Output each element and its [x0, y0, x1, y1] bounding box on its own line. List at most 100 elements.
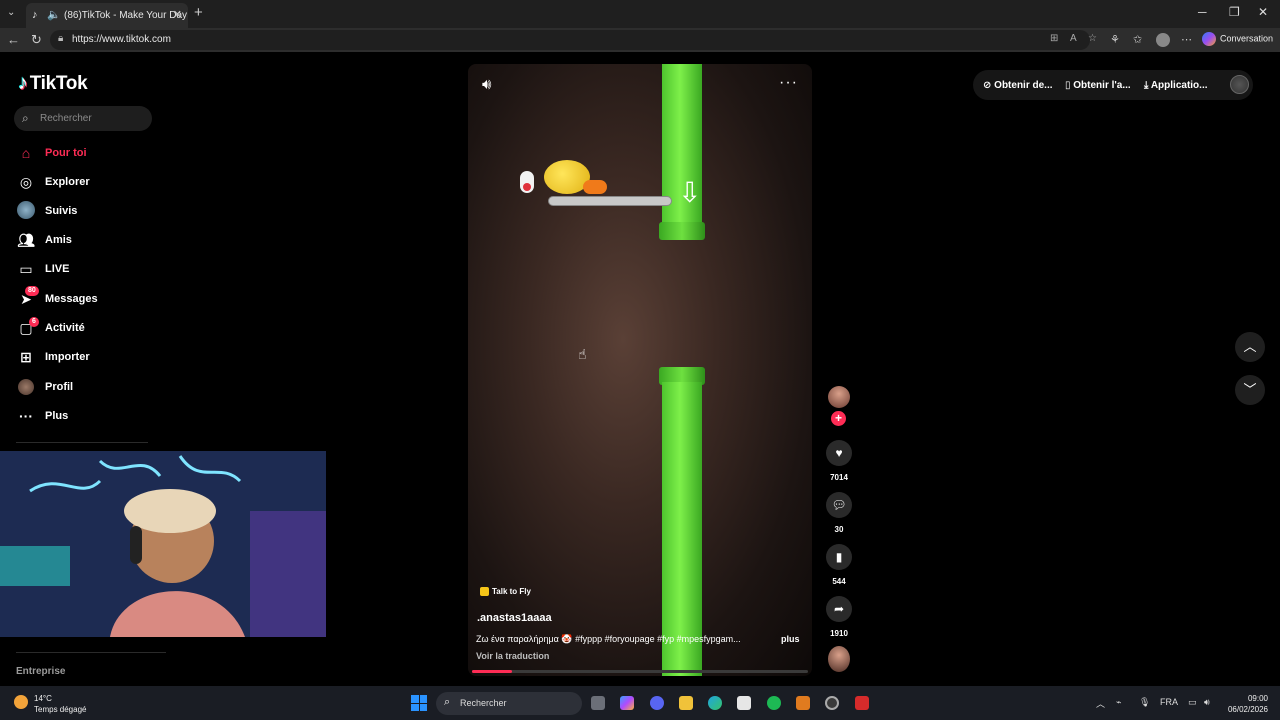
file-explorer-icon[interactable]	[679, 696, 693, 710]
profile-icon	[16, 379, 36, 398]
sidebar-item-label: Messages	[45, 293, 98, 305]
search-input[interactable]: ⌕ Rechercher	[14, 106, 152, 131]
video-player[interactable]: ⇩ 🔊︎ ··· ☝︎ Talk to Fly .anastas1aaaa Ζω…	[468, 64, 812, 676]
translate-icon[interactable]: A	[1070, 33, 1077, 44]
get-app-button[interactable]: ▯ Obtenir l'a...	[1065, 80, 1131, 91]
taskbar-clock[interactable]: 09:00 06/02/2026	[1222, 693, 1268, 715]
tab-title: (86)TikTok - Make Your Day	[64, 10, 188, 21]
obs-icon[interactable]	[825, 696, 839, 710]
see-translation-link[interactable]: Voir la traduction	[476, 651, 549, 661]
desktop-app-label: Applicatio...	[1150, 80, 1208, 91]
extensions-icon[interactable]: ⚘	[1110, 33, 1120, 46]
tiktok-logo[interactable]: ♪ TikTok	[18, 72, 88, 95]
video-progress-bar[interactable]	[472, 670, 808, 673]
edge-icon[interactable]	[708, 696, 722, 710]
bird-beak	[583, 180, 607, 194]
comment-icon[interactable]: 💬︎	[826, 492, 852, 518]
copilot-app-icon[interactable]	[620, 696, 634, 710]
video-more-options-icon[interactable]: ···	[779, 74, 798, 92]
effect-label: Talk to Fly	[492, 587, 531, 596]
more-icon: ···	[19, 408, 33, 424]
messages-badge: 80	[25, 286, 39, 296]
video-progress-fill	[472, 670, 513, 673]
next-video-button[interactable]: ﹀	[1235, 375, 1265, 405]
save-action[interactable]: ▮ 544	[826, 544, 852, 586]
taskbar-search[interactable]: ⌕ Rechercher	[436, 692, 582, 715]
footer-link-entreprise[interactable]: Entreprise	[16, 666, 65, 677]
sidebar-divider	[16, 442, 148, 443]
creator-avatar[interactable]	[828, 386, 850, 408]
mouse-cursor-icon: ☝︎	[578, 346, 587, 362]
user-avatar[interactable]	[1230, 75, 1249, 94]
tab-actions-menu-icon[interactable]: ⌄	[7, 7, 15, 18]
maximize-icon[interactable]: ❐	[1229, 5, 1240, 19]
volume-icon[interactable]: 🔊︎	[482, 76, 491, 93]
like-action[interactable]: ♥ 7014	[826, 440, 852, 482]
back-icon[interactable]: ←	[7, 32, 20, 47]
favorites-icon[interactable]: ✩	[1133, 33, 1142, 46]
music-disc-avatar[interactable]	[828, 646, 850, 672]
site-info-icon[interactable]: 🔒︎	[58, 33, 63, 44]
like-count: 7014	[830, 473, 848, 482]
effect-icon	[480, 587, 489, 597]
sidebar-item-label: Amis	[45, 234, 72, 246]
windows-start-icon[interactable]	[411, 695, 427, 711]
share-action[interactable]: ➦ 1910	[826, 596, 852, 638]
close-tab-icon[interactable]: ✕	[173, 8, 182, 21]
network-icon[interactable]: ⌁	[1116, 697, 1121, 708]
close-window-icon[interactable]: ✕	[1258, 5, 1268, 19]
video-caption: Ζω ένα παραλήρημα 🤡 #fyppp #foryoupage #…	[476, 634, 741, 644]
heart-icon[interactable]: ♥	[826, 440, 852, 466]
refresh-icon[interactable]: ↻	[31, 32, 42, 48]
search-placeholder: Rechercher	[40, 113, 92, 124]
browser-profile-icon[interactable]	[1156, 33, 1170, 47]
sidebar-item-label: Activité	[45, 322, 85, 334]
tray-chevron-icon[interactable]: ︿	[1096, 697, 1105, 710]
app-available-icon[interactable]: ⊞	[1050, 33, 1058, 44]
language-indicator[interactable]: FRA	[1160, 697, 1178, 707]
green-pipe-top-lip	[659, 222, 705, 240]
browser-tab[interactable]: ♪ 🔈 (86)TikTok - Make Your Day ✕	[26, 3, 188, 28]
task-view-icon[interactable]	[591, 696, 605, 710]
tiktok-favicon-icon: ♪	[32, 9, 38, 21]
spotify-icon[interactable]	[767, 696, 781, 710]
copilot-conversation-button[interactable]: Conversation	[1202, 32, 1273, 49]
store-icon[interactable]	[737, 696, 751, 710]
display-icon[interactable]: ▭	[1188, 697, 1197, 708]
comment-action[interactable]: 💬︎ 30	[826, 492, 852, 534]
green-pipe-bottom	[662, 382, 702, 676]
webcam-scene	[0, 451, 326, 637]
compass-icon: ◎	[19, 174, 33, 190]
discord-icon[interactable]	[650, 696, 664, 710]
video-author[interactable]: .anastas1aaaa	[477, 612, 552, 624]
vlc-icon[interactable]	[796, 696, 810, 710]
caption-more-button[interactable]: plus	[781, 634, 800, 644]
follow-plus-button[interactable]: +	[831, 411, 846, 426]
friends-icon: 👥︎	[17, 232, 35, 248]
new-tab-icon[interactable]: +	[194, 4, 203, 21]
browser-menu-icon[interactable]: ⋯	[1181, 33, 1192, 46]
activity-badge: 6	[29, 317, 39, 327]
tiktok-note-icon: ♪	[18, 72, 28, 94]
sidebar-item-label: Profil	[45, 381, 74, 393]
volume-tray-icon[interactable]: 🔊︎	[1204, 697, 1210, 708]
effect-tag[interactable]: Talk to Fly	[480, 587, 531, 597]
get-app-label: Obtenir l'a...	[1073, 80, 1131, 91]
browser-tab-bar: ⌄ ♪ 🔈 (86)TikTok - Make Your Day ✕ + ─ ❐…	[0, 0, 1280, 28]
share-icon[interactable]: ➦	[826, 596, 852, 622]
get-coins-button[interactable]: ⊘ Obtenir de...	[983, 80, 1053, 91]
app-red-icon[interactable]	[855, 696, 869, 710]
bookmark-icon[interactable]: ▮	[826, 544, 852, 570]
share-count: 1910	[830, 629, 848, 638]
tab-audio-icon[interactable]: 🔈	[47, 8, 61, 21]
microphone-icon[interactable]: 🎙︎	[1139, 697, 1150, 708]
url-field[interactable]: 🔒︎ https://www.tiktok.com ⊞ A ☆	[50, 30, 1097, 50]
favorite-star-icon[interactable]: ☆	[1088, 33, 1097, 44]
desktop-app-button[interactable]: ⤓ Applicatio...	[1144, 80, 1208, 91]
previous-video-button[interactable]: ︿	[1235, 332, 1265, 362]
minimize-icon[interactable]: ─	[1198, 5, 1207, 19]
taskbar-search-label: Rechercher	[460, 698, 507, 708]
comment-count: 30	[834, 525, 844, 534]
sidebar-item-label: Plus	[45, 410, 69, 422]
sidebar-item-label: Pour toi	[45, 147, 87, 159]
